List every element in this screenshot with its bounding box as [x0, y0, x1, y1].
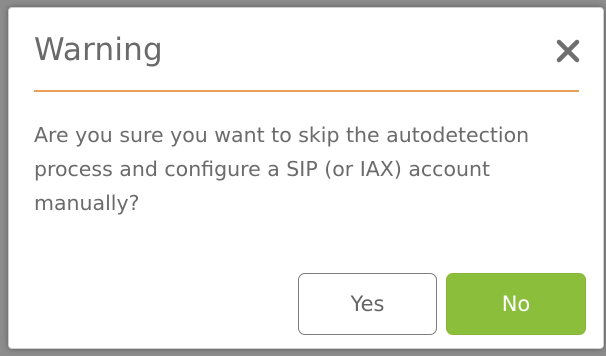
no-button[interactable]: No — [446, 273, 586, 335]
close-icon[interactable] — [553, 36, 583, 66]
yes-button[interactable]: Yes — [298, 273, 437, 335]
title-divider — [34, 90, 579, 92]
warning-dialog: Warning Are you sure you want to skip th… — [8, 7, 604, 349]
close-icon-graphic — [556, 39, 580, 63]
dialog-title: Warning — [34, 32, 163, 68]
dialog-message: Are you sure you want to skip the autode… — [34, 123, 530, 215]
